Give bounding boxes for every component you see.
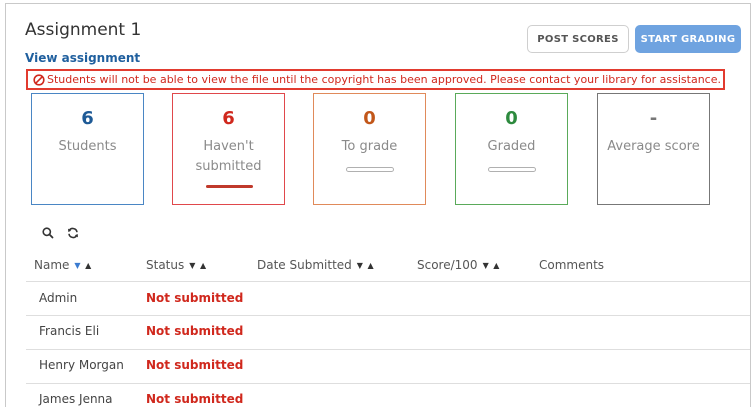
stat-card-average-score: - Average score [597, 93, 710, 205]
students-label: Students [58, 139, 117, 154]
not-submitted-label-line1: Haven't [203, 139, 254, 154]
table-row-status: Not submitted [146, 324, 244, 338]
header-divider [26, 281, 750, 282]
graded-label: Graded [487, 139, 536, 154]
stat-card-to-grade[interactable]: 0 To grade [313, 93, 426, 205]
search-icon[interactable] [41, 225, 55, 239]
table-row-name[interactable]: Francis Eli [39, 324, 99, 338]
prohibited-icon [33, 73, 45, 86]
row-divider [26, 349, 750, 350]
column-header-comments-label: Comments [539, 258, 605, 272]
row-divider [26, 383, 750, 384]
alert-text: Students will not be able to view the fi… [47, 73, 721, 86]
start-grading-button[interactable]: START GRADING [635, 25, 741, 53]
table-row-name[interactable]: Admin [39, 291, 77, 305]
view-assignment-link[interactable]: View assignment [25, 51, 140, 65]
column-header-name-label: Name [34, 258, 70, 272]
column-header-score[interactable]: Score/100 ▼ ▲ [417, 258, 500, 272]
table-row-status: Not submitted [146, 291, 244, 305]
inactive-indicator [488, 167, 536, 172]
row-divider [26, 315, 750, 316]
table-row-name[interactable]: Henry Morgan [39, 358, 124, 372]
sort-arrows-icon[interactable]: ▼ ▲ [357, 261, 375, 270]
table-row-status: Not submitted [146, 392, 244, 406]
sort-arrows-icon[interactable]: ▼ ▲ [74, 261, 92, 270]
refresh-icon[interactable] [66, 225, 80, 239]
column-header-date-label: Date Submitted [257, 258, 352, 272]
stat-card-students[interactable]: 6 Students [31, 93, 144, 205]
active-indicator [206, 185, 253, 188]
column-header-name[interactable]: Name ▼ ▲ [34, 258, 92, 272]
inactive-indicator [346, 167, 394, 172]
table-row-name[interactable]: James Jenna [39, 392, 113, 406]
not-submitted-label-line2: submitted [195, 159, 262, 174]
average-score-value: - [649, 108, 658, 129]
table-row-status: Not submitted [146, 358, 244, 372]
column-header-date-submitted[interactable]: Date Submitted ▼ ▲ [257, 258, 375, 272]
stat-card-not-submitted[interactable]: 6 Haven't submitted [172, 93, 285, 205]
post-scores-button[interactable]: POST SCORES [527, 25, 629, 53]
graded-count: 0 [505, 108, 518, 129]
not-submitted-label: Haven't submitted [173, 137, 284, 177]
column-header-comments: Comments [539, 258, 604, 272]
page-title: Assignment 1 [25, 20, 142, 40]
sort-arrows-icon[interactable]: ▼ ▲ [189, 261, 207, 270]
copyright-alert: Students will not be able to view the fi… [26, 69, 725, 90]
students-count: 6 [81, 108, 94, 129]
not-submitted-count: 6 [222, 108, 235, 129]
table-toolbar [41, 225, 80, 239]
to-grade-count: 0 [363, 108, 376, 129]
grading-panel: Assignment 1 View assignment POST SCORES… [5, 3, 751, 407]
average-score-label: Average score [607, 139, 700, 154]
column-header-status[interactable]: Status ▼ ▲ [146, 258, 207, 272]
column-header-status-label: Status [146, 258, 185, 272]
sort-arrows-icon[interactable]: ▼ ▲ [483, 261, 501, 270]
stat-card-graded[interactable]: 0 Graded [455, 93, 568, 205]
to-grade-label: To grade [341, 139, 398, 154]
column-header-score-label: Score/100 [417, 258, 478, 272]
